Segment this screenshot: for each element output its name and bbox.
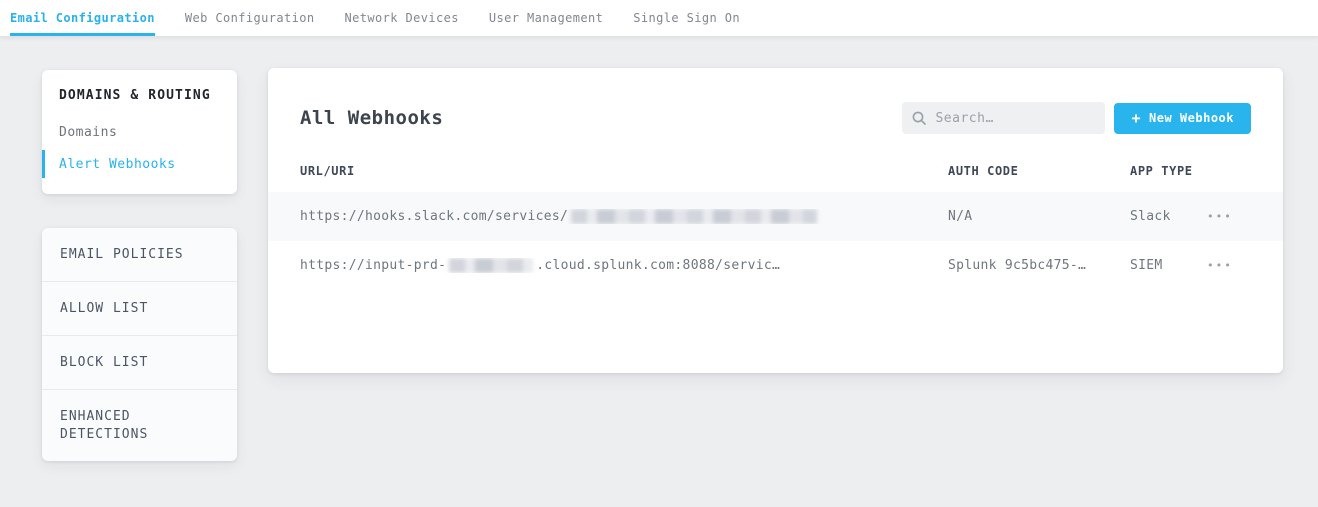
sidebar: DOMAINS & ROUTING Domains Alert Webhooks… bbox=[42, 70, 237, 461]
auth-code-cell: Splunk 9c5bc475-… bbox=[948, 258, 1130, 273]
sidebar-item-block-list[interactable]: BLOCK LIST bbox=[42, 336, 237, 390]
column-header-url-uri: URL/URI bbox=[300, 164, 948, 178]
new-webhook-button-label: New Webhook bbox=[1149, 111, 1234, 125]
redacted-url-segment bbox=[449, 258, 533, 273]
table-row: https://input-prd- .cloud.splunk.com:808… bbox=[268, 241, 1283, 290]
row-more-menu-icon[interactable]: ••• bbox=[1205, 256, 1235, 275]
domains-routing-heading: DOMAINS & ROUTING bbox=[42, 87, 237, 105]
webhook-url-suffix: .cloud.splunk.com:8088/servic… bbox=[536, 258, 780, 273]
plus-icon: + bbox=[1131, 111, 1141, 126]
tab-network-devices[interactable]: Network Devices bbox=[345, 0, 459, 36]
sidebar-sections-card: EMAIL POLICIES ALLOW LIST BLOCK LIST ENH… bbox=[42, 228, 237, 461]
sidebar-item-domains[interactable]: Domains bbox=[42, 116, 237, 148]
tab-web-configuration[interactable]: Web Configuration bbox=[185, 0, 315, 36]
redacted-url-segment bbox=[571, 209, 817, 224]
webhooks-header: All Webhooks + New Webhook bbox=[268, 68, 1283, 134]
sidebar-item-allow-list[interactable]: ALLOW LIST bbox=[42, 282, 237, 336]
tab-user-management[interactable]: User Management bbox=[489, 0, 603, 36]
page-title: All Webhooks bbox=[300, 107, 443, 129]
column-header-app-type: APP TYPE bbox=[1130, 164, 1205, 178]
app-type-cell: SIEM bbox=[1130, 258, 1205, 273]
sidebar-item-email-policies[interactable]: EMAIL POLICIES bbox=[42, 228, 237, 282]
new-webhook-button[interactable]: + New Webhook bbox=[1114, 103, 1251, 134]
webhook-url-prefix: https://hooks.slack.com/services/ bbox=[300, 209, 568, 224]
table-row: https://hooks.slack.com/services/ N/A Sl… bbox=[268, 192, 1283, 241]
search-icon bbox=[912, 111, 926, 125]
top-nav: Email Configuration Web Configuration Ne… bbox=[0, 0, 1318, 36]
column-header-auth-code: AUTH CODE bbox=[948, 164, 1130, 178]
webhook-url-cell: https://input-prd- .cloud.splunk.com:808… bbox=[300, 258, 948, 273]
webhooks-panel: All Webhooks + New Webhook URL/URI AUTH … bbox=[268, 68, 1283, 373]
row-more-menu-icon[interactable]: ••• bbox=[1205, 207, 1235, 226]
table-header: URL/URI AUTH CODE APP TYPE bbox=[268, 134, 1283, 192]
search-box[interactable] bbox=[902, 102, 1105, 134]
search-input[interactable] bbox=[935, 111, 1095, 126]
sidebar-item-alert-webhooks[interactable]: Alert Webhooks bbox=[42, 148, 237, 180]
tab-single-sign-on[interactable]: Single Sign On bbox=[633, 0, 740, 36]
webhook-url-cell: https://hooks.slack.com/services/ bbox=[300, 209, 948, 224]
app-type-cell: Slack bbox=[1130, 209, 1205, 224]
tab-email-configuration[interactable]: Email Configuration bbox=[10, 0, 155, 36]
sidebar-item-enhanced-detections[interactable]: ENHANCED DETECTIONS bbox=[42, 390, 237, 461]
auth-code-cell: N/A bbox=[948, 209, 1130, 224]
domains-routing-card: DOMAINS & ROUTING Domains Alert Webhooks bbox=[42, 70, 237, 194]
webhook-url-prefix: https://input-prd- bbox=[300, 258, 446, 273]
